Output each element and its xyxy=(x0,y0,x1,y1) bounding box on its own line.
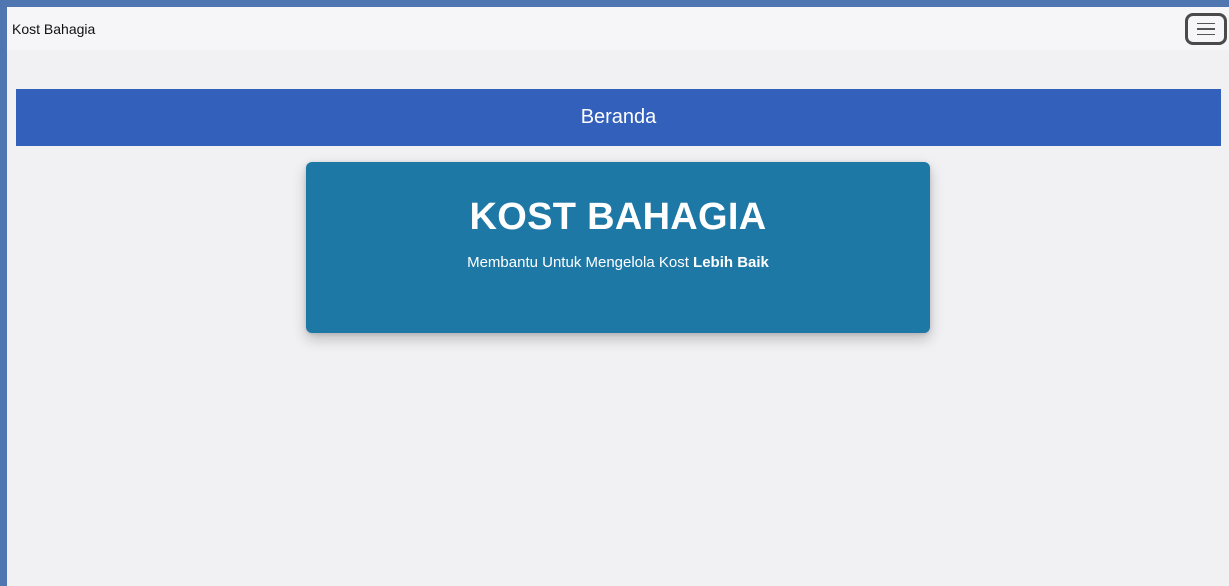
hero-subtitle-text: Membantu Untuk Mengelola Kost xyxy=(467,254,694,271)
hero-title: KOST BAHAGIA xyxy=(469,196,767,238)
hamburger-bar xyxy=(1197,33,1215,36)
hero-subtitle: Membantu Untuk Mengelola Kost Lebih Baik xyxy=(306,239,930,272)
hero-subtitle-emphasis: Lebih Baik xyxy=(693,254,769,271)
hamburger-bar xyxy=(1197,28,1215,30)
hamburger-menu-icon[interactable] xyxy=(1185,13,1227,45)
page-title: Beranda xyxy=(580,106,657,128)
hero-card: KOST BAHAGIA Membantu Untuk Mengelola Ko… xyxy=(306,162,930,333)
navbar: Kost Bahagia xyxy=(7,7,1229,50)
app-window: Kost Bahagia Beranda KOST BAHAGIA Memban… xyxy=(7,7,1229,586)
navbar-brand[interactable]: Kost Bahagia xyxy=(12,21,95,37)
page-header: Beranda xyxy=(16,89,1221,146)
hamburger-bar xyxy=(1197,22,1215,25)
